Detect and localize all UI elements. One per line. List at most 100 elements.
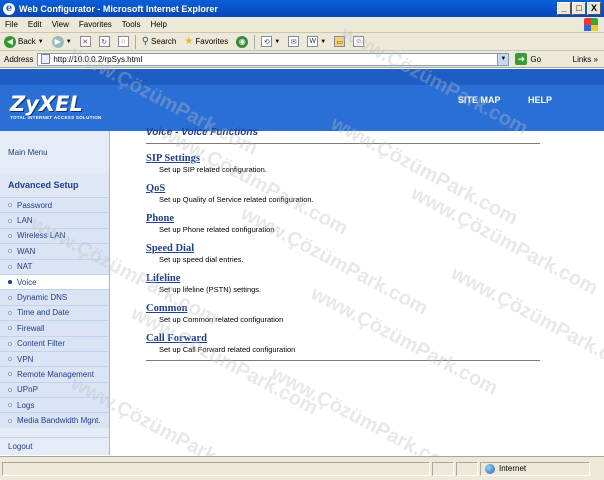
go-button[interactable]: ➜ Go xyxy=(515,53,541,65)
go-arrow-icon: ➜ xyxy=(515,53,528,65)
function-link-qos[interactable]: QoS xyxy=(146,183,546,194)
address-url: http://10.0.0.2/rpSys.html xyxy=(53,54,143,64)
site-map-link[interactable]: SITE MAP xyxy=(458,95,501,105)
header-top-stripe xyxy=(0,69,604,85)
bullet-icon xyxy=(8,341,12,346)
function-entry: Phone Set up Phone related configuration xyxy=(146,213,546,234)
bullet-icon xyxy=(8,295,12,300)
sidebar-item-time-and-date[interactable]: Time and Date xyxy=(0,304,109,321)
sidebar-item-logs[interactable]: Logs xyxy=(0,397,109,413)
home-icon: ⌂ xyxy=(117,36,129,47)
sidebar-item-vpn[interactable]: VPN xyxy=(0,350,109,367)
sidebar-item-firewall[interactable]: Firewall xyxy=(0,320,109,336)
forward-button[interactable]: ▶ ▼ xyxy=(48,35,76,48)
sidebar-item-password[interactable]: Password xyxy=(0,197,109,213)
function-link-common[interactable]: Common xyxy=(146,303,546,314)
sidebar-item-label: Remote Management xyxy=(17,369,94,379)
menu-edit[interactable]: Edit xyxy=(23,20,47,29)
function-link-speed-dial[interactable]: Speed Dial xyxy=(146,243,546,254)
media-button[interactable]: ◉ xyxy=(232,35,252,48)
search-label: Search xyxy=(151,37,177,46)
bullet-icon xyxy=(8,218,12,223)
address-dropdown-icon[interactable]: ▼ xyxy=(497,53,509,65)
sidebar-item-label: Dynamic DNS xyxy=(17,293,68,303)
window-title-bar: e Web Configurator - Microsoft Internet … xyxy=(0,0,604,17)
menu-view[interactable]: View xyxy=(47,20,74,29)
sidebar-item-label: WAN xyxy=(17,246,36,256)
security-zone: Internet xyxy=(480,461,590,476)
maximize-button[interactable]: □ xyxy=(572,2,586,15)
sidebar-item-wireless-lan[interactable]: Wireless LAN xyxy=(0,227,109,244)
search-button[interactable]: ⚲ Search xyxy=(138,36,181,47)
status-text-area xyxy=(2,461,430,476)
logo-tagline: TOTAL INTERNET ACCESS SOLUTION xyxy=(10,115,102,120)
sidebar-item-label: Firewall xyxy=(17,323,45,333)
page-icon xyxy=(41,54,51,64)
sidebar-item-label: Wireless LAN xyxy=(17,231,66,241)
sidebar-item-dynamic-dns[interactable]: Dynamic DNS xyxy=(0,289,109,305)
sidebar-item-voice[interactable]: Voice xyxy=(0,273,109,290)
menu-tools[interactable]: Tools xyxy=(117,20,146,29)
sidebar-item-label: Media Bandwidth Mgnt. xyxy=(17,416,101,426)
menu-help[interactable]: Help xyxy=(145,20,171,29)
function-link-call-forward[interactable]: Call Forward xyxy=(146,333,546,344)
function-entry: Lifeline Set up lifeline (PSTN) settings. xyxy=(146,273,546,294)
word-icon: W xyxy=(307,36,319,47)
windows-logo-icon xyxy=(584,18,598,31)
function-link-sip-settings[interactable]: SIP Settings xyxy=(146,153,546,164)
sidebar-item-wan[interactable]: WAN xyxy=(0,243,109,259)
title-divider xyxy=(146,143,540,144)
star-icon: ★ xyxy=(184,36,194,47)
bullet-icon xyxy=(8,203,12,208)
function-link-phone[interactable]: Phone xyxy=(146,213,546,224)
sidebar-item-remote-management[interactable]: Remote Management xyxy=(0,366,109,382)
main-content: Voice - Voice Functions SIP Settings Set … xyxy=(146,127,546,361)
folder-icon: ▭ xyxy=(334,36,346,47)
folder-button[interactable]: ▭ xyxy=(330,36,349,47)
bullet-icon xyxy=(8,264,12,269)
refresh-button[interactable]: ↻ xyxy=(95,36,114,47)
favorites-button[interactable]: ★ Favorites xyxy=(180,36,232,47)
stop-button[interactable]: ✕ xyxy=(76,36,95,47)
back-label: Back xyxy=(18,37,36,46)
sidebar-item-upnp[interactable]: UPnP xyxy=(0,381,109,398)
history-button[interactable]: ⟲ ▼ xyxy=(257,36,284,47)
back-button[interactable]: ◀ Back ▼ xyxy=(0,35,48,48)
function-entry: QoS Set up Quality of Service related con… xyxy=(146,183,546,204)
menu-file[interactable]: File xyxy=(0,20,23,29)
minimize-button[interactable]: _ xyxy=(557,2,571,15)
logo-text: ZyXEL xyxy=(10,92,83,116)
sidebar-item-content-filter[interactable]: Content Filter xyxy=(0,335,109,351)
address-label: Address xyxy=(4,54,34,64)
chevron-down-icon: ▼ xyxy=(65,38,72,45)
sidebar-item-lan[interactable]: LAN xyxy=(0,212,109,228)
logout-link[interactable]: Logout xyxy=(0,437,109,455)
sidebar-item-nat[interactable]: NAT xyxy=(0,258,109,274)
forward-arrow-icon: ▶ xyxy=(51,35,64,48)
stop-icon: ✕ xyxy=(79,36,91,47)
function-entry: Call Forward Set up Call Forward related … xyxy=(146,333,546,354)
status-bar: Internet xyxy=(0,456,604,480)
menu-bar: File Edit View Favorites Tools Help xyxy=(0,17,604,33)
favorites-label: Favorites xyxy=(195,37,229,46)
word-button[interactable]: W ▼ xyxy=(303,36,330,47)
function-list: SIP Settings Set up SIP related configura… xyxy=(146,153,546,354)
go-label: Go xyxy=(530,54,542,64)
function-link-lifeline[interactable]: Lifeline xyxy=(146,273,546,284)
sidebar-item-label: UPnP xyxy=(17,385,38,395)
menu-favorites[interactable]: Favorites xyxy=(74,20,117,29)
ie-icon: e xyxy=(3,2,15,15)
main-menu-link[interactable]: Main Menu xyxy=(0,131,109,173)
function-entry: Speed Dial Set up speed dial entries. xyxy=(146,243,546,264)
home-button[interactable]: ⌂ xyxy=(114,36,133,47)
sidebar-item-media-bandwidth-mgnt[interactable]: Media Bandwidth Mgnt. xyxy=(0,412,109,428)
help-link[interactable]: HELP xyxy=(528,95,552,105)
close-button[interactable]: X xyxy=(587,2,601,15)
links-button[interactable]: Links » xyxy=(573,55,598,64)
mail-button[interactable]: ✉ xyxy=(284,36,303,47)
sidebar-item-label: Voice xyxy=(17,277,37,287)
bottom-divider xyxy=(146,360,540,361)
function-description: Set up Quality of Service related config… xyxy=(159,195,314,204)
address-input[interactable]: http://10.0.0.2/rpSys.html ▼ xyxy=(37,52,510,66)
messenger-button[interactable]: ☺ xyxy=(349,36,368,47)
